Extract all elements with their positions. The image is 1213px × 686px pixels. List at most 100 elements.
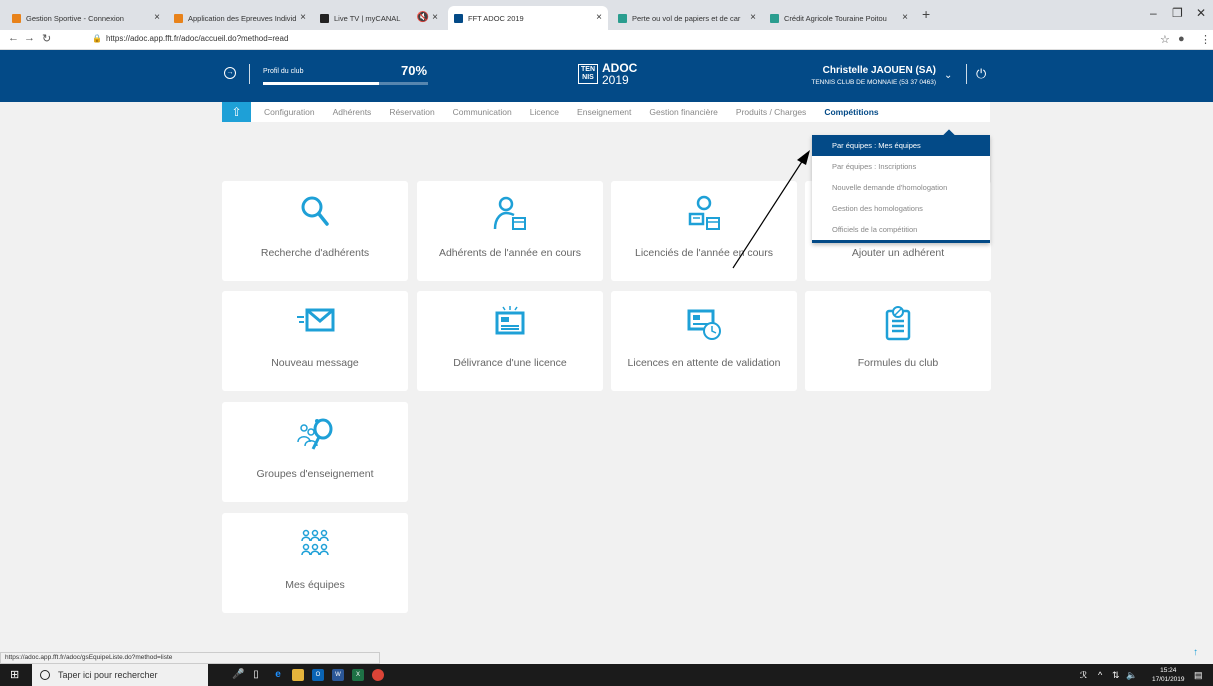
dropdown-item-nouvelle-homologation[interactable]: Nouvelle demande d'homologation	[812, 177, 990, 198]
menu-item-communication[interactable]: Communication	[444, 107, 521, 117]
menu-item-enseignement[interactable]: Enseignement	[568, 107, 640, 117]
forward-icon[interactable]: →	[24, 32, 35, 44]
power-icon[interactable]: ⏻	[976, 66, 986, 82]
windows-taskbar: ⊞ Taper ici pour rechercher 🎤 ▯ e O W X …	[0, 664, 1213, 686]
user-club: TENNIS CLUB DE MONNAIE (53 37 0463)	[811, 79, 936, 86]
tile-delivrance-licence[interactable]: Délivrance d'une licence	[417, 291, 603, 391]
menu-item-produits-charges[interactable]: Produits / Charges	[727, 107, 815, 117]
tab-title: FFT ADOC 2019	[468, 13, 524, 23]
tray-chevron-icon[interactable]: ^	[1098, 670, 1102, 680]
browser-tab[interactable]: Crédit Agricole Touraine Poitou ×	[764, 6, 914, 30]
profil-progress-fill	[263, 82, 379, 85]
adoc-logo[interactable]: TEN NIS ADOC 2019	[578, 62, 637, 86]
tab-close-icon[interactable]: ×	[750, 12, 756, 23]
browser-menu-icon[interactable]: ⋮	[1200, 33, 1211, 46]
envelope-icon	[222, 305, 408, 341]
tile-licencies-annee[interactable]: Licenciés de l'année en cours	[611, 181, 797, 281]
menu-item-configuration[interactable]: Configuration	[255, 107, 324, 117]
tile-groupes-enseignement[interactable]: Groupes d'enseignement	[222, 402, 408, 502]
windows-start-icon[interactable]: ⊞	[10, 669, 22, 681]
file-explorer-icon[interactable]	[292, 669, 304, 681]
tile-label: Adhérents de l'année en cours	[438, 247, 582, 259]
menu-item-competitions[interactable]: Compétitions	[815, 107, 887, 117]
url-field[interactable]: 🔒 https://adoc.app.fft.fr/adoc/accueil.do…	[92, 34, 288, 43]
menu-item-gestion-financiere[interactable]: Gestion financière	[640, 107, 727, 117]
tab-close-icon[interactable]: ×	[902, 12, 908, 23]
tab-title: Perte ou vol de papiers et de car	[632, 13, 741, 23]
reload-icon[interactable]: ↻	[42, 32, 51, 45]
excel-icon[interactable]: X	[352, 669, 364, 681]
tile-licences-attente[interactable]: Licences en attente de validation	[611, 291, 797, 391]
competitions-dropdown: Par équipes : Mes équipes Par équipes : …	[812, 135, 990, 243]
volume-icon[interactable]: 🔈	[1126, 670, 1137, 681]
edge-icon[interactable]: e	[272, 669, 284, 681]
chevron-down-icon[interactable]: ⌄	[944, 70, 952, 81]
tile-label: Groupes d'enseignement	[256, 468, 374, 480]
team-icon	[222, 527, 408, 563]
tab-close-icon[interactable]: 🔇 ×	[417, 12, 438, 23]
tile-label: Nouveau message	[271, 357, 359, 369]
racket-group-icon	[222, 416, 408, 452]
profile-icon[interactable]: ●	[1178, 33, 1185, 45]
tab-title: Live TV | myCANAL	[334, 13, 401, 23]
browser-tab[interactable]: Perte ou vol de papiers et de car ×	[612, 6, 762, 30]
clock-time: 15:24	[1160, 667, 1177, 674]
notifications-icon[interactable]: ▤	[1194, 670, 1203, 681]
tile-mes-equipes[interactable]: Mes équipes	[222, 513, 408, 613]
chrome-icon[interactable]	[372, 669, 384, 681]
browser-tab[interactable]: Application des Epreuves Individ ×	[168, 6, 312, 30]
tile-label: Mes équipes	[285, 579, 345, 591]
maximize-icon[interactable]: ❐	[1172, 6, 1183, 20]
browser-tab[interactable]: Live TV | myCANAL 🔇 ×	[314, 6, 444, 30]
minimize-icon[interactable]: –	[1150, 6, 1157, 20]
tile-label: Licenciés de l'année en cours	[634, 247, 773, 259]
tile-nouveau-message[interactable]: Nouveau message	[222, 291, 408, 391]
taskbar-search[interactable]: Taper ici pour rechercher	[32, 664, 208, 686]
tab-close-icon[interactable]: ×	[596, 12, 602, 23]
tile-label: Ajouter un adhérent	[851, 247, 945, 259]
navigate-circle-icon[interactable]: →	[224, 67, 236, 79]
scroll-top-icon[interactable]: ↑	[1193, 647, 1198, 658]
clock-date: 17/01/2019	[1152, 676, 1185, 683]
browser-tab[interactable]: Gestion Sportive - Connexion ×	[6, 6, 166, 30]
tab-favicon-icon	[174, 13, 183, 23]
menu-item-licence[interactable]: Licence	[521, 107, 568, 117]
tab-favicon-icon	[770, 13, 779, 23]
new-tab-icon[interactable]: +	[922, 6, 930, 22]
dropdown-item-officiels[interactable]: Officiels de la compétition	[812, 219, 990, 240]
outlook-icon[interactable]: O	[312, 669, 324, 681]
tile-recherche-adherents[interactable]: Recherche d'adhérents	[222, 181, 408, 281]
window-close-icon[interactable]: ✕	[1196, 6, 1206, 20]
back-icon[interactable]: ←	[8, 32, 19, 44]
word-icon[interactable]: W	[332, 669, 344, 681]
dropdown-item-gestion-homologations[interactable]: Gestion des homologations	[812, 198, 990, 219]
network-icon[interactable]: ⇅	[1112, 670, 1120, 681]
tab-close-icon[interactable]: ×	[154, 12, 160, 23]
taskbar-clock[interactable]: 15:24 17/01/2019	[1152, 666, 1185, 684]
profil-percentage: 70%	[401, 63, 428, 78]
tab-title: Crédit Agricole Touraine Poitou	[784, 13, 887, 23]
tile-label: Formules du club	[857, 357, 939, 369]
app-header: → Profil du club 70% TEN NIS ADOC 2019 Ch…	[0, 50, 1213, 102]
browser-tab-active[interactable]: FFT ADOC 2019 ×	[448, 6, 608, 30]
logo-year: 2019	[602, 73, 629, 87]
bookmark-star-icon[interactable]: ☆	[1160, 33, 1170, 46]
microphone-icon[interactable]: 🎤	[232, 669, 244, 681]
tab-close-icon[interactable]: ×	[300, 12, 306, 23]
member-calendar-icon	[417, 195, 603, 231]
people-icon[interactable]: ℛ	[1080, 670, 1087, 681]
status-url: https://adoc.app.fft.fr/adoc/gsEquipeLis…	[0, 652, 380, 664]
menu-item-reservation[interactable]: Réservation	[380, 107, 443, 117]
dropdown-item-inscriptions[interactable]: Par équipes : Inscriptions	[812, 156, 990, 177]
user-name[interactable]: Christelle JAOUEN (SA)	[823, 65, 936, 76]
tile-label: Recherche d'adhérents	[260, 247, 370, 259]
task-view-icon[interactable]: ▯	[250, 669, 262, 681]
home-icon[interactable]: ⇧	[222, 102, 251, 122]
tile-formules-club[interactable]: Formules du club	[805, 291, 991, 391]
licence-clock-icon	[611, 305, 797, 341]
dropdown-item-mes-equipes[interactable]: Par équipes : Mes équipes	[812, 135, 990, 156]
tile-adherents-annee[interactable]: Adhérents de l'année en cours	[417, 181, 603, 281]
url-text: https://adoc.app.fft.fr/adoc/accueil.do?…	[105, 34, 289, 43]
menu-item-adherents[interactable]: Adhérents	[324, 107, 381, 117]
tab-title: Application des Epreuves Individ	[188, 13, 297, 23]
